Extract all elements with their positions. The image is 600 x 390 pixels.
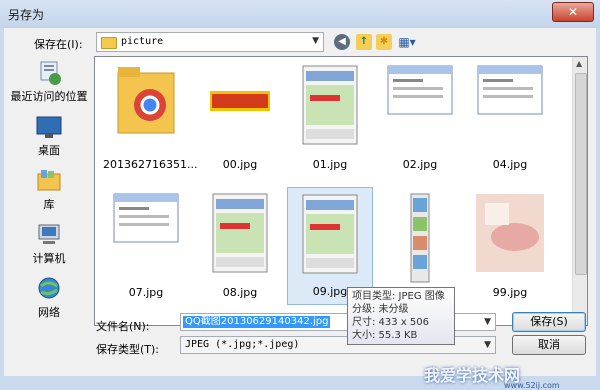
tooltip-size: 大小: 55.3 KB (352, 330, 418, 341)
image-thumbnail-icon (475, 193, 545, 276)
file-name: 01.jpg (312, 158, 348, 171)
watermark-url: www.52ij.com (504, 381, 560, 390)
folder-icon (101, 37, 117, 49)
save-button[interactable]: 保存(S) (512, 312, 586, 332)
save-in-combobox[interactable]: picture ▼ (96, 32, 324, 52)
save-type-value: JPEG (*.jpg;*.jpeg) (185, 339, 300, 350)
tooltip-type: 项目类型: JPEG 图像 (352, 291, 445, 302)
place-computer[interactable]: 计算机 (8, 222, 90, 266)
place-label-network: 网络 (38, 306, 60, 319)
computer-icon (35, 222, 63, 248)
file-name: 08.jpg (222, 286, 258, 299)
place-label-recent: 最近访问的位置 (10, 90, 88, 103)
folder-icon (116, 65, 176, 138)
desktop-icon (35, 114, 63, 140)
place-network[interactable]: 网络 (8, 276, 90, 320)
place-desktop[interactable]: 桌面 (8, 114, 90, 158)
file-name: 04.jpg (492, 158, 528, 171)
filename-value[interactable]: QQ截图20130629140342.jpg (183, 316, 331, 328)
file-info-tooltip: 项目类型: JPEG 图像 分级: 未分级 尺寸: 433 x 506 大小: … (347, 287, 455, 345)
image-thumbnail-icon (302, 194, 358, 277)
tooltip-dimensions: 尺寸: 433 x 506 (352, 317, 429, 328)
cancel-button[interactable]: 取消 (512, 335, 586, 355)
close-button[interactable]: ✕ (552, 2, 594, 22)
file-item[interactable]: 08.jpg (197, 187, 283, 305)
place-label-computer: 计算机 (32, 252, 66, 265)
save-type-label: 保存类型(T): (96, 343, 160, 356)
up-folder-icon[interactable]: ↑ (356, 34, 372, 50)
file-name: 99.jpg (492, 286, 528, 299)
view-menu-icon[interactable]: ▦▾ (396, 34, 418, 50)
scroll-up-arrow-icon[interactable]: ▲ (576, 59, 582, 68)
file-item[interactable]: 04.jpg (467, 59, 553, 177)
file-item[interactable]: 99.jpg (467, 187, 553, 305)
chevron-down-icon[interactable]: ▼ (484, 317, 491, 327)
image-thumbnail-icon (387, 65, 453, 118)
file-name: 00.jpg (222, 158, 258, 171)
file-item[interactable]: 01.jpg (287, 59, 373, 177)
tooltip-rating: 分级: 未分级 (352, 304, 409, 315)
libraries-icon (35, 168, 63, 194)
file-item[interactable]: 201362716351... (103, 59, 198, 177)
places-bar: 最近访问的位置 桌面 库 计算机 网络 (8, 56, 90, 324)
network-icon (35, 276, 63, 302)
image-thumbnail-icon (113, 193, 179, 246)
file-item[interactable]: 07.jpg (103, 187, 189, 305)
title-bar: 另存为 ✕ (0, 0, 600, 28)
file-item[interactable]: 02.jpg (377, 59, 463, 177)
chevron-down-icon[interactable]: ▼ (484, 340, 491, 350)
chevron-down-icon[interactable]: ▼ (312, 36, 319, 46)
image-thumbnail-icon (212, 193, 268, 276)
place-libraries[interactable]: 库 (8, 168, 90, 212)
place-label-libraries: 库 (43, 198, 55, 211)
place-label-desktop: 桌面 (38, 144, 60, 157)
back-icon[interactable]: ◀ (334, 34, 350, 50)
place-recent[interactable]: 最近访问的位置 (8, 60, 90, 104)
file-name: 201362716351... (103, 158, 198, 171)
save-in-label: 保存在(I): (34, 38, 83, 51)
file-item[interactable]: 00.jpg (197, 59, 283, 177)
image-thumbnail-icon (208, 65, 272, 138)
filename-label: 文件名(N): (96, 320, 150, 333)
scroll-thumb[interactable] (575, 73, 587, 275)
recent-places-icon (35, 60, 63, 86)
vertical-scrollbar[interactable]: ▲ ▼ (572, 57, 587, 325)
save-in-value: picture (121, 36, 164, 47)
image-thumbnail-icon (302, 65, 358, 148)
window-title: 另存为 (8, 8, 45, 22)
new-folder-icon[interactable]: ✱ (376, 34, 392, 50)
file-name: 07.jpg (128, 286, 164, 299)
image-thumbnail-icon (477, 65, 543, 118)
dialog-client: 保存在(I): picture ▼ ◀ ↑ ✱ ▦▾ 最近访问的位置 桌面 库 (4, 28, 596, 390)
file-list-pane[interactable]: 201362716351... 00.jpg 01.jpg 02.jpg 04.jpg 0… (94, 56, 588, 326)
image-thumbnail-icon (410, 193, 430, 286)
file-name: 02.jpg (402, 158, 438, 171)
